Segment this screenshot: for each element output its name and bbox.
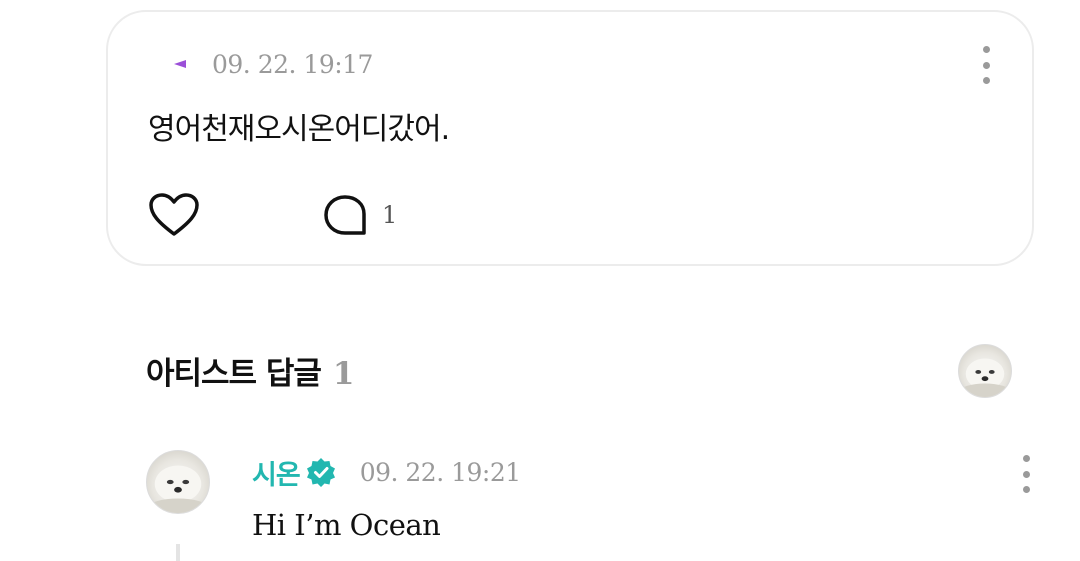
post-more-button[interactable] xyxy=(974,46,998,84)
dog-avatar-image xyxy=(959,358,1011,397)
nickname-mark-icon xyxy=(174,60,186,68)
dot xyxy=(1022,486,1030,493)
comment-button[interactable]: 1 xyxy=(322,192,397,238)
comment-count: 1 xyxy=(382,201,398,229)
post-header: 09. 22. 19:17 xyxy=(174,44,373,84)
post-body-text: 영어천재오시온어디갔어. xyxy=(148,112,450,147)
dot xyxy=(982,61,990,69)
dot xyxy=(982,77,990,84)
heart-outline-icon[interactable] xyxy=(148,192,200,238)
reply-header: 시온 09. 22. 19:21 xyxy=(252,452,521,492)
reply-timestamp: 09. 22. 19:21 xyxy=(359,457,521,487)
section-title-label: 아티스트 답글 xyxy=(146,356,322,392)
dog-avatar-image xyxy=(148,465,208,513)
artist-avatar[interactable] xyxy=(958,344,1012,398)
dot xyxy=(982,46,990,53)
section-reply-count: 1 xyxy=(332,356,355,392)
reply-author-name[interactable]: 시온 xyxy=(252,453,301,492)
dot xyxy=(1022,455,1030,462)
dot xyxy=(1022,470,1030,478)
artist-replies-heading: 아티스트 답글 1 xyxy=(146,348,354,393)
reply-more-button[interactable] xyxy=(1014,455,1038,493)
post-timestamp: 09. 22. 19:17 xyxy=(212,49,373,79)
reply-author-avatar[interactable] xyxy=(146,450,210,514)
reply-body-text: Hi I’m Ocean xyxy=(252,508,441,542)
speech-bubble-icon xyxy=(324,195,366,235)
verified-badge-icon xyxy=(306,458,335,487)
thread-connector-line xyxy=(176,544,180,561)
